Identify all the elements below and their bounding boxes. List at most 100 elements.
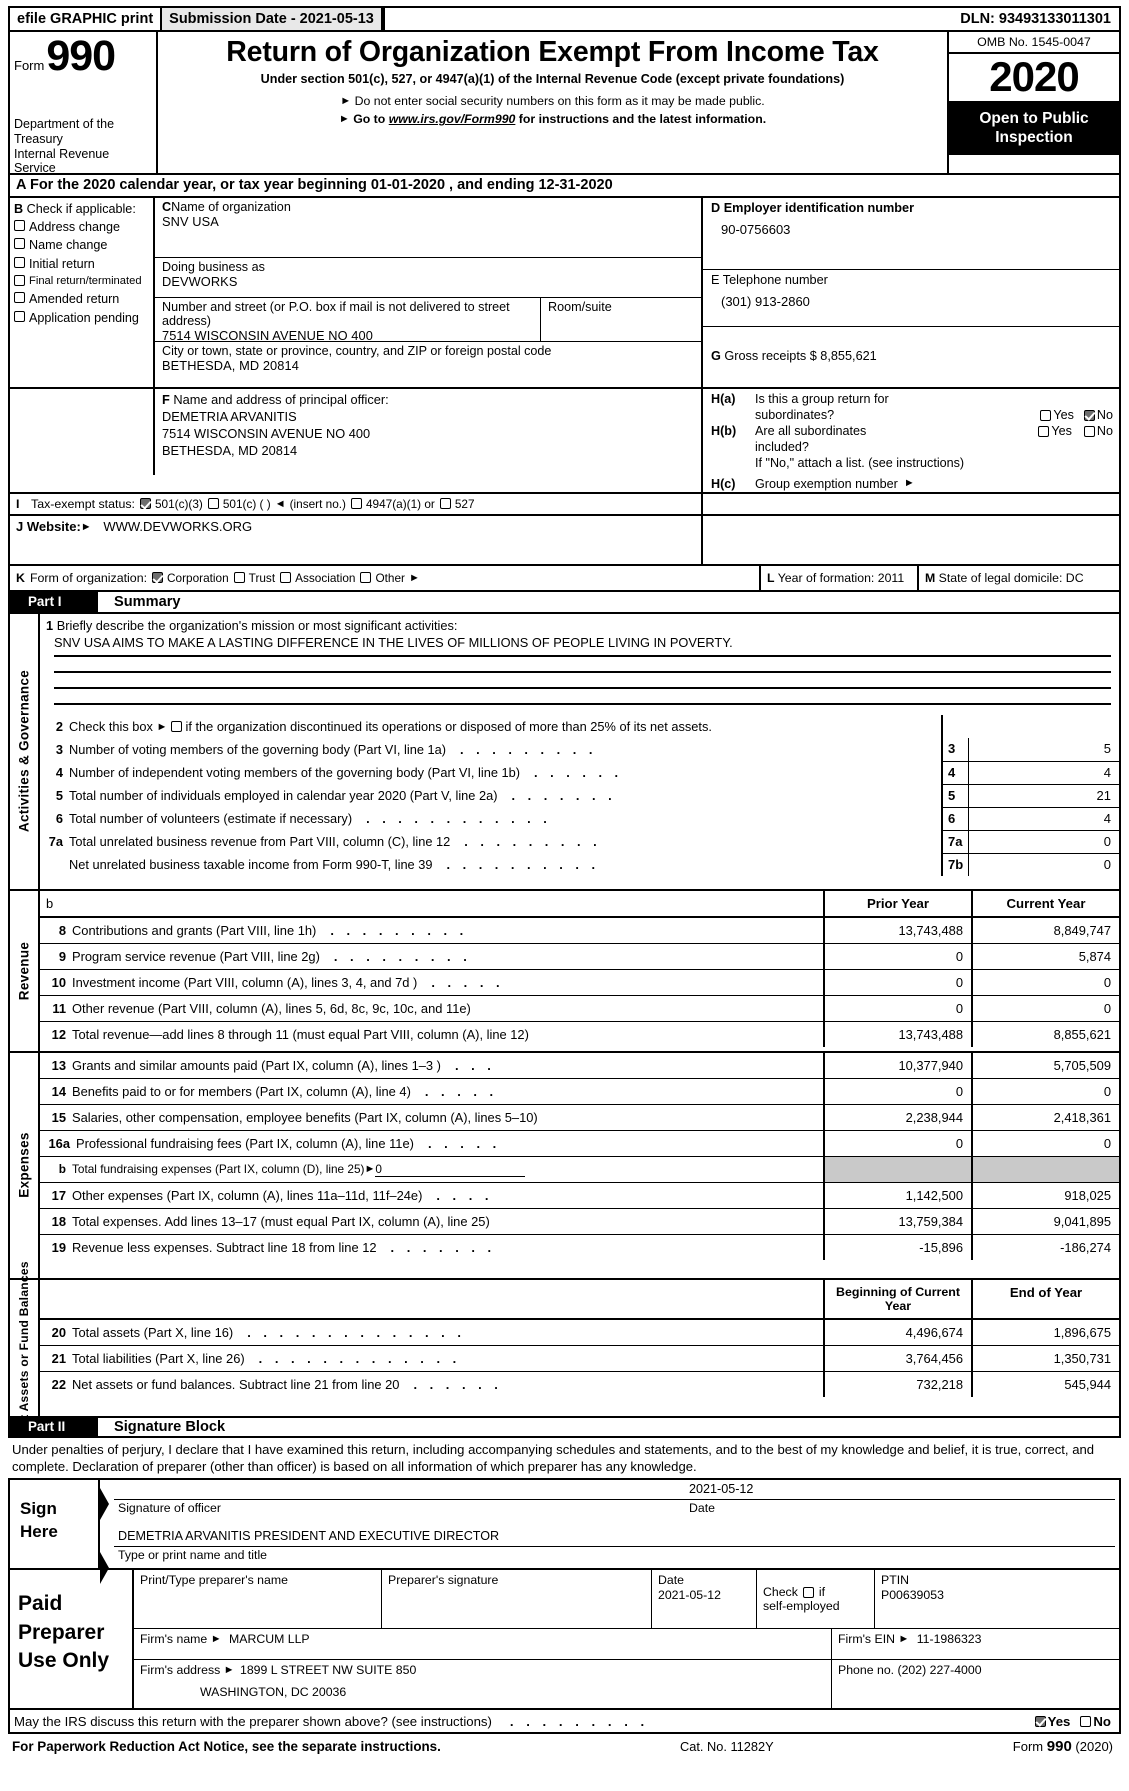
- checkbox-icon[interactable]: [14, 275, 25, 287]
- officer-signature-field[interactable]: Signature of officer: [114, 1480, 685, 1521]
- option-4947a1[interactable]: 4947(a)(1) or: [350, 497, 435, 511]
- state-domicile-cell: M State of legal domicile: DC: [919, 566, 1119, 590]
- checkbox-icon[interactable]: [139, 498, 151, 510]
- option-501c[interactable]: 501(c) ( ) ◄ (insert no.): [207, 497, 346, 511]
- h-b-yes[interactable]: Yes: [1038, 423, 1072, 439]
- firm-address-city: WASHINGTON, DC 20036: [200, 1685, 347, 1700]
- checkbox-icon[interactable]: [1038, 425, 1050, 437]
- form-of-organization-row: K Form of organization: Corporation Trus…: [8, 563, 1121, 592]
- checkbox-icon[interactable]: [233, 572, 245, 584]
- current-year-value: -186,274: [971, 1234, 1119, 1260]
- sidetab-label: Net Assets or Fund Balances: [17, 1260, 31, 1435]
- h-b-no[interactable]: No: [1083, 423, 1113, 439]
- line-5-row: 5 Total number of individuals employed i…: [40, 783, 1119, 807]
- officer-date-field[interactable]: 2021-05-12 Date: [685, 1480, 1115, 1521]
- checkbox-initial-return[interactable]: Initial return: [14, 256, 149, 271]
- irs-discuss-yes[interactable]: Yes: [1034, 1714, 1070, 1729]
- checkbox-icon[interactable]: [1083, 425, 1095, 437]
- firm-phone-field[interactable]: Phone no. (202) 227-4000: [832, 1660, 1119, 1708]
- checkbox-icon[interactable]: [152, 572, 164, 584]
- h-b-question-line2: included?: [755, 440, 809, 455]
- line-box-number: 7b: [941, 852, 969, 876]
- preparer-signature-field[interactable]: Preparer's signature: [382, 1570, 652, 1629]
- firm-name-field[interactable]: Firm's name ► MARCUM LLP: [134, 1629, 832, 1660]
- current-year-shaded: [971, 1156, 1119, 1182]
- checkbox-icon[interactable]: [1040, 409, 1052, 421]
- line-value: 0: [969, 852, 1119, 876]
- h-a-yes[interactable]: Yes: [1040, 407, 1074, 423]
- checkbox-icon[interactable]: [1080, 1715, 1092, 1727]
- section-d-letter: D: [711, 201, 721, 215]
- option-label: Corporation: [167, 570, 229, 585]
- line-value: 5: [1103, 740, 1111, 756]
- option-527[interactable]: 527: [439, 497, 475, 511]
- h-b-row2: included?: [711, 439, 1113, 455]
- checkbox-application-pending[interactable]: Application pending: [14, 310, 149, 325]
- checkbox-address-change[interactable]: Address change: [14, 220, 149, 234]
- line-value: 0: [969, 829, 1119, 853]
- line-value: 4: [969, 806, 1119, 830]
- section-j-letter: J: [16, 518, 24, 534]
- city-label: City or town, state or province, country…: [162, 344, 552, 358]
- checkbox-icon[interactable]: [280, 572, 292, 584]
- no-label: No: [1093, 1713, 1111, 1729]
- leader-dots: . . . . . . . . . .: [446, 856, 600, 872]
- checkbox-icon[interactable]: [360, 572, 372, 584]
- checkbox-name-change[interactable]: Name change: [14, 238, 149, 252]
- net-assets-header-row: Beginning of Current Year End of Year: [40, 1279, 1119, 1318]
- option-501c3[interactable]: 501(c)(3): [139, 497, 203, 511]
- firm-address-field[interactable]: Firm's address ► 1899 L STREET NW SUITE …: [134, 1660, 832, 1709]
- current-year-value: 8,855,621: [971, 1021, 1119, 1047]
- line-label: Number of voting members of the governin…: [69, 741, 446, 757]
- checkbox-icon[interactable]: [439, 498, 451, 510]
- irs-discuss-no[interactable]: No: [1080, 1714, 1111, 1729]
- officer-name-title-caption: Type or print name and title: [118, 1548, 268, 1563]
- leader-dots: . . . . . . . . . . . . .: [258, 1350, 461, 1366]
- preparer-name-field[interactable]: Print/Type preparer's name: [134, 1570, 382, 1629]
- checkbox-icon[interactable]: [802, 1586, 814, 1598]
- expenses-section: Expenses 13 Grants and similar amounts p…: [8, 1050, 1121, 1278]
- line-label: Other expenses (Part IX, column (A), lin…: [72, 1187, 423, 1203]
- preparer-date-field[interactable]: Date 2021-05-12: [652, 1570, 757, 1629]
- checkbox-icon[interactable]: [14, 238, 25, 250]
- checkbox-icon[interactable]: [207, 498, 219, 510]
- irs-discuss-label: May the IRS discuss this return with the…: [14, 1713, 492, 1729]
- option-trust[interactable]: Trust: [233, 571, 275, 585]
- sign-here-block: Sign Here Signature of officer 2021-05-12…: [8, 1478, 1121, 1585]
- checkbox-icon[interactable]: [14, 220, 25, 231]
- tax-exempt-label: Tax-exempt status:: [31, 496, 135, 511]
- form-prefix: Form: [1012, 1739, 1044, 1755]
- checkbox-final-return[interactable]: Final return/terminated: [14, 275, 149, 288]
- checkbox-amended-return[interactable]: Amended return: [14, 292, 149, 306]
- leader-dots: . . . . . . . . .: [459, 741, 597, 757]
- officer-name-title-field[interactable]: DEMETRIA ARVANITIS PRESIDENT AND EXECUTI…: [114, 1527, 1115, 1568]
- sidetab-revenue: Revenue: [10, 890, 40, 1051]
- section-j-cell: J Website:► WWW.DEVWORKS.ORG: [10, 515, 703, 564]
- checkbox-icon[interactable]: [350, 498, 362, 510]
- ptin-field[interactable]: PTIN P00639053: [875, 1570, 1119, 1628]
- section-i-right-spacer: [703, 494, 1119, 514]
- catalog-number: Cat. No. 11282Y: [679, 1739, 774, 1755]
- irs-form990-link[interactable]: www.irs.gov/Form990: [389, 112, 516, 126]
- option-association[interactable]: Association: [280, 571, 355, 585]
- officer-and-group-block: F Name and address of principal officer:…: [8, 389, 1121, 492]
- option-other[interactable]: Other ►: [360, 571, 420, 585]
- gross-receipts-label: Gross receipts $ 8,855,621: [724, 349, 877, 363]
- checkbox-icon[interactable]: [14, 292, 25, 304]
- checkbox-icon[interactable]: [170, 720, 182, 732]
- checkbox-icon[interactable]: [14, 310, 25, 322]
- h-a-question-line1: Is this a group return for: [755, 392, 889, 406]
- h-a-no[interactable]: No: [1083, 407, 1113, 423]
- website-value[interactable]: WWW.DEVWORKS.ORG: [103, 519, 252, 534]
- self-employed-check-field[interactable]: Check if self-employed: [757, 1570, 875, 1629]
- option-corporation[interactable]: Corporation: [152, 571, 229, 585]
- checkbox-icon[interactable]: [1083, 409, 1095, 421]
- line-label: Total fundraising expenses (Part IX, col…: [72, 1161, 365, 1176]
- h-a-row2: subordinates? Yes No: [711, 407, 1113, 423]
- checkbox-icon[interactable]: [1034, 1715, 1046, 1727]
- checkbox-icon[interactable]: [14, 256, 25, 268]
- sign-here-label: Sign Here: [10, 1480, 100, 1569]
- firm-ein-field[interactable]: Firm's EIN ► 11-1986323: [832, 1629, 1119, 1659]
- preparer-signature-value: [388, 1587, 646, 1588]
- sidetab-label: Revenue: [16, 941, 32, 1000]
